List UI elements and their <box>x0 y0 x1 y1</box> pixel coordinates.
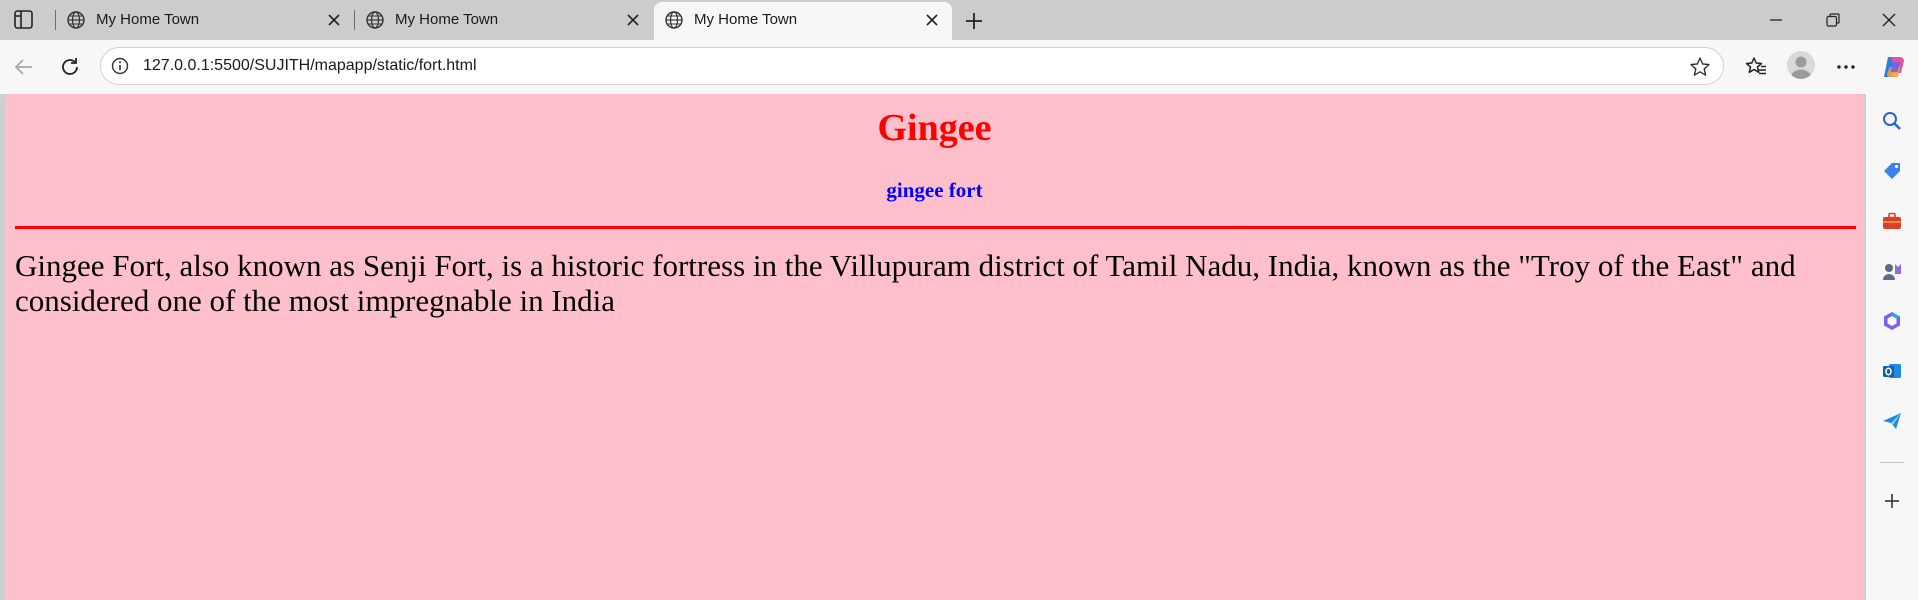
edge-sidebar <box>1866 94 1918 600</box>
url-text[interactable]: 127.0.0.1:5500/SUJITH/mapapp/static/fort… <box>143 57 477 75</box>
minimize-button[interactable] <box>1753 0 1799 40</box>
send-icon[interactable] <box>1881 410 1903 432</box>
tab-3-active[interactable]: My Home Town <box>654 2 952 40</box>
favorites-icon[interactable] <box>1744 55 1768 79</box>
horizontal-rule <box>15 226 1856 229</box>
globe-icon <box>664 10 684 30</box>
close-icon[interactable] <box>625 12 641 28</box>
tab-2[interactable]: My Home Town <box>355 0 653 40</box>
tab-strip: My Home Town My Home Town My Home Town <box>0 0 1918 40</box>
close-icon[interactable] <box>326 12 342 28</box>
new-tab-button[interactable] <box>962 9 986 33</box>
more-options-icon[interactable] <box>1834 55 1858 79</box>
browser-toolbar: 127.0.0.1:5500/SUJITH/mapapp/static/fort… <box>0 40 1918 94</box>
tab-title: My Home Town <box>395 11 499 28</box>
refresh-icon[interactable] <box>58 55 82 79</box>
page-paragraph: Gingee Fort, also known as Senji Fort, i… <box>15 248 1796 318</box>
tab-title: My Home Town <box>96 11 200 28</box>
microsoft-365-icon[interactable] <box>1881 310 1903 332</box>
close-icon[interactable] <box>924 12 940 28</box>
tab-title: My Home Town <box>694 11 798 28</box>
page-subheading: gingee fort <box>886 178 983 202</box>
sidebar-divider <box>1880 462 1904 463</box>
address-bar[interactable]: 127.0.0.1:5500/SUJITH/mapapp/static/fort… <box>100 47 1724 85</box>
tab-actions-icon[interactable] <box>12 9 36 31</box>
globe-icon <box>365 10 385 30</box>
copilot-icon[interactable] <box>1880 53 1908 81</box>
add-icon[interactable] <box>1881 490 1903 512</box>
favorite-star-icon[interactable] <box>1689 56 1711 78</box>
shopping-tag-icon[interactable] <box>1881 160 1903 182</box>
site-info-icon[interactable] <box>111 57 129 75</box>
close-window-button[interactable] <box>1866 0 1912 40</box>
outlook-icon[interactable] <box>1881 360 1903 382</box>
back-arrow-icon[interactable] <box>12 55 36 79</box>
games-icon[interactable] <box>1881 260 1903 282</box>
profile-avatar[interactable] <box>1787 51 1815 79</box>
tab-1[interactable]: My Home Town <box>56 0 354 40</box>
web-page-content: Gingee gingee fort Gingee Fort, also kno… <box>5 94 1864 600</box>
globe-icon <box>66 10 86 30</box>
search-icon[interactable] <box>1881 110 1903 132</box>
tools-briefcase-icon[interactable] <box>1881 210 1903 232</box>
restore-button[interactable] <box>1810 0 1856 40</box>
page-heading: Gingee <box>877 107 992 149</box>
